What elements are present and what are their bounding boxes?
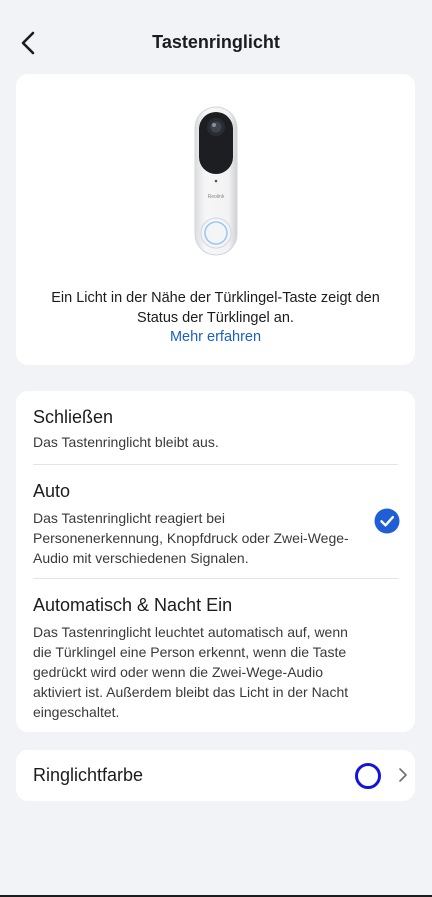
header: Tastenringlicht	[0, 0, 432, 74]
option-auto[interactable]: Auto Das Tastenringlicht reagiert bei Pe…	[16, 465, 415, 578]
device-info-card: Reolink Ein Licht in der Nähe der Türkli…	[16, 74, 415, 365]
ring-color-label: Ringlichtfarbe	[33, 765, 144, 785]
options-card: Schließen Das Tastenringlicht bleibt aus…	[16, 391, 415, 732]
chevron-right-icon	[399, 768, 407, 782]
option-description: Das Tastenringlicht bleibt aus.	[33, 434, 219, 450]
option-title: Automatisch & Nacht Ein	[33, 595, 233, 615]
doorbell-brand-text: Reolink	[208, 194, 225, 200]
doorbell-image: Reolink	[194, 106, 238, 256]
option-description: Das Tastenringlicht leuchtet automatisch…	[33, 624, 349, 720]
option-automatisch-nacht-ein[interactable]: Automatisch & Nacht Ein Das Tastenringli…	[16, 579, 415, 732]
learn-more-link[interactable]: Mehr erfahren	[16, 329, 415, 345]
option-title: Auto	[33, 481, 71, 501]
checkmark-icon	[374, 508, 400, 534]
ring-color-row[interactable]: Ringlichtfarbe	[16, 750, 415, 801]
ring-color-swatch	[355, 763, 381, 789]
option-description: Das Tastenringlicht reagiert bei Persone…	[33, 510, 349, 566]
option-schliessen[interactable]: Schließen Das Tastenringlicht bleibt aus…	[16, 391, 415, 464]
device-description: Ein Licht in der Nähe der Türklingel-Tas…	[51, 290, 380, 326]
option-title: Schließen	[33, 407, 114, 427]
page-title: Tastenringlicht	[152, 32, 280, 52]
